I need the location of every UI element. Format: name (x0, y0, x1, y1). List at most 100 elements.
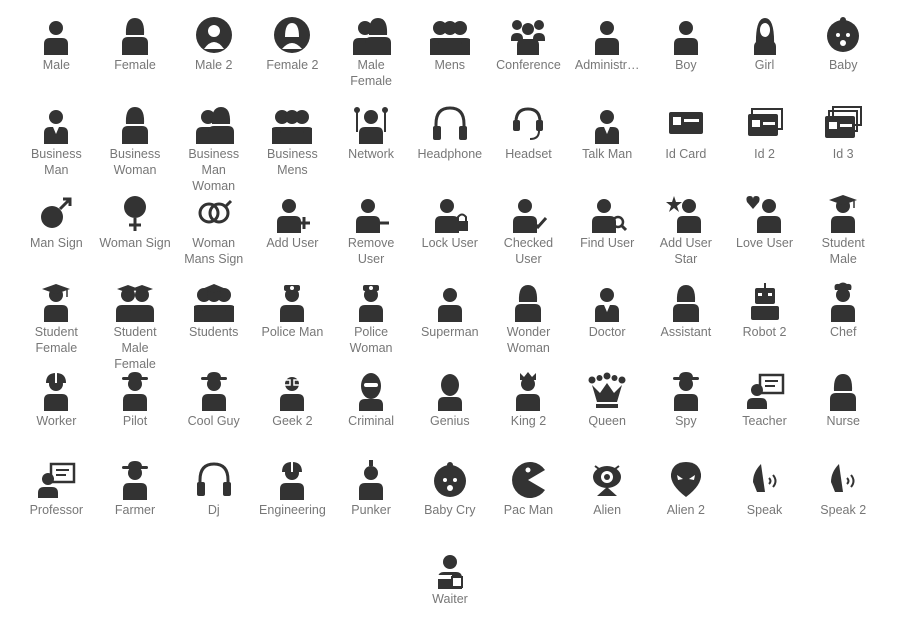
mens-tile[interactable]: Mens (410, 15, 489, 104)
wonder-woman-tile[interactable]: Wonder Woman (489, 282, 568, 371)
id-3-tile[interactable]: Id 3 (804, 104, 883, 193)
id-card-tile[interactable]: Id Card (647, 104, 726, 193)
icon-label: Professor (29, 503, 84, 517)
add-user-tile[interactable]: Add User (253, 193, 332, 282)
checked-user-tile[interactable]: Checked User (489, 193, 568, 282)
doctor-tile[interactable]: Doctor (568, 282, 647, 371)
pac-man-tile[interactable]: Pac Man (489, 460, 568, 549)
icon-label: Pilot (122, 414, 148, 428)
headset-icon (508, 104, 548, 144)
police-man-icon (272, 282, 312, 322)
cool-guy-tile[interactable]: Cool Guy (174, 371, 253, 460)
icon-label: Superman (420, 325, 479, 339)
headphone-icon (430, 104, 470, 144)
find-user-tile[interactable]: Find User (568, 193, 647, 282)
love-user-tile[interactable]: Love User (725, 193, 804, 282)
assistant-tile[interactable]: Assistant (647, 282, 726, 371)
headset-tile[interactable]: Headset (489, 104, 568, 193)
student-male-female-tile[interactable]: Student Male Female (96, 282, 175, 371)
students-tile[interactable]: Students (174, 282, 253, 371)
nurse-icon (823, 371, 863, 411)
professor-tile[interactable]: Professor (17, 460, 96, 549)
icon-label: Female (114, 58, 156, 72)
baby-tile[interactable]: Baby (804, 15, 883, 104)
cool-guy-icon (194, 371, 234, 411)
pilot-tile[interactable]: Pilot (96, 371, 175, 460)
headphone-tile[interactable]: Headphone (410, 104, 489, 193)
business-woman-tile[interactable]: Business Woman (96, 104, 175, 193)
female-2-tile[interactable]: Female 2 (253, 15, 332, 104)
criminal-tile[interactable]: Criminal (332, 371, 411, 460)
female-icon (115, 15, 155, 55)
female-tile[interactable]: Female (96, 15, 175, 104)
male-female-tile[interactable]: Male Female (332, 15, 411, 104)
student-male-tile[interactable]: Student Male (804, 193, 883, 282)
baby-cry-tile[interactable]: Baby Cry (410, 460, 489, 549)
spy-tile[interactable]: Spy (647, 371, 726, 460)
icon-label: Police Man (261, 325, 324, 339)
male-tile[interactable]: Male (17, 15, 96, 104)
worker-tile[interactable]: Worker (17, 371, 96, 460)
icon-label: Geek 2 (272, 414, 313, 428)
farmer-tile[interactable]: Farmer (96, 460, 175, 549)
superman-icon (430, 282, 470, 322)
business-man-woman-tile[interactable]: Business Man Woman (174, 104, 253, 193)
woman-sign-tile[interactable]: Woman Sign (96, 193, 175, 282)
man-sign-tile[interactable]: Man Sign (17, 193, 96, 282)
king-2-tile[interactable]: King 2 (489, 371, 568, 460)
icon-label: Checked User (503, 236, 554, 266)
genius-tile[interactable]: Genius (410, 371, 489, 460)
icon-label: King 2 (510, 414, 547, 428)
icon-row: Man Sign Woman Sign Woman Mans Sign Add Use… (17, 193, 883, 282)
add-user-star-tile[interactable]: Add User Star (647, 193, 726, 282)
icon-row: Male Female Male 2 Female 2 Male Female Mens C… (17, 15, 883, 104)
waiter-icon (430, 549, 470, 589)
alien-2-tile[interactable]: Alien 2 (647, 460, 726, 549)
id-2-tile[interactable]: Id 2 (725, 104, 804, 193)
dj-tile[interactable]: Dj (174, 460, 253, 549)
teacher-tile[interactable]: Teacher (725, 371, 804, 460)
icon-label: Alien 2 (666, 503, 705, 517)
boy-tile[interactable]: Boy (647, 15, 726, 104)
student-female-tile[interactable]: Student Female (17, 282, 96, 371)
lock-user-tile[interactable]: Lock User (410, 193, 489, 282)
chef-tile[interactable]: Chef (804, 282, 883, 371)
administrator-tile[interactable]: Administr… (568, 15, 647, 104)
icon-label: Talk Man (582, 147, 633, 161)
icon-label: Assistant (660, 325, 712, 339)
geek-2-tile[interactable]: Geek 2 (253, 371, 332, 460)
speak-tile[interactable]: Speak (725, 460, 804, 549)
icon-label: Queen (588, 414, 626, 428)
queen-tile[interactable]: Queen (568, 371, 647, 460)
remove-user-tile[interactable]: Remove User (332, 193, 411, 282)
farmer-icon (115, 460, 155, 500)
talk-man-tile[interactable]: Talk Man (568, 104, 647, 193)
icon-label: Genius (429, 414, 470, 428)
robot-2-tile[interactable]: Robot 2 (725, 282, 804, 371)
network-tile[interactable]: Network (332, 104, 411, 193)
icon-label: Woman Mans Sign (184, 236, 244, 266)
id-2-icon (745, 104, 785, 144)
male-2-tile[interactable]: Male 2 (174, 15, 253, 104)
speak-2-tile[interactable]: Speak 2 (804, 460, 883, 549)
icon-label: Administr… (574, 58, 640, 72)
nurse-tile[interactable]: Nurse (804, 371, 883, 460)
woman-mans-sign-tile[interactable]: Woman Mans Sign (174, 193, 253, 282)
superman-tile[interactable]: Superman (410, 282, 489, 371)
alien-2-icon (666, 460, 706, 500)
police-man-tile[interactable]: Police Man (253, 282, 332, 371)
business-man-tile[interactable]: Business Man (17, 104, 96, 193)
spy-icon (666, 371, 706, 411)
business-mens-tile[interactable]: Business Mens (253, 104, 332, 193)
punker-tile[interactable]: Punker (332, 460, 411, 549)
conference-tile[interactable]: Conference (489, 15, 568, 104)
engineering-tile[interactable]: Engineering (253, 460, 332, 549)
alien-tile[interactable]: Alien (568, 460, 647, 549)
king-2-icon (508, 371, 548, 411)
icon-label: Mens (434, 58, 466, 72)
icon-label: Id 2 (754, 147, 775, 161)
icon-row: Worker Pilot Cool Guy Geek 2 Criminal Genius K… (17, 371, 883, 460)
girl-tile[interactable]: Girl (725, 15, 804, 104)
waiter-tile[interactable]: Waiter (411, 549, 490, 638)
police-woman-tile[interactable]: Police Woman (332, 282, 411, 371)
